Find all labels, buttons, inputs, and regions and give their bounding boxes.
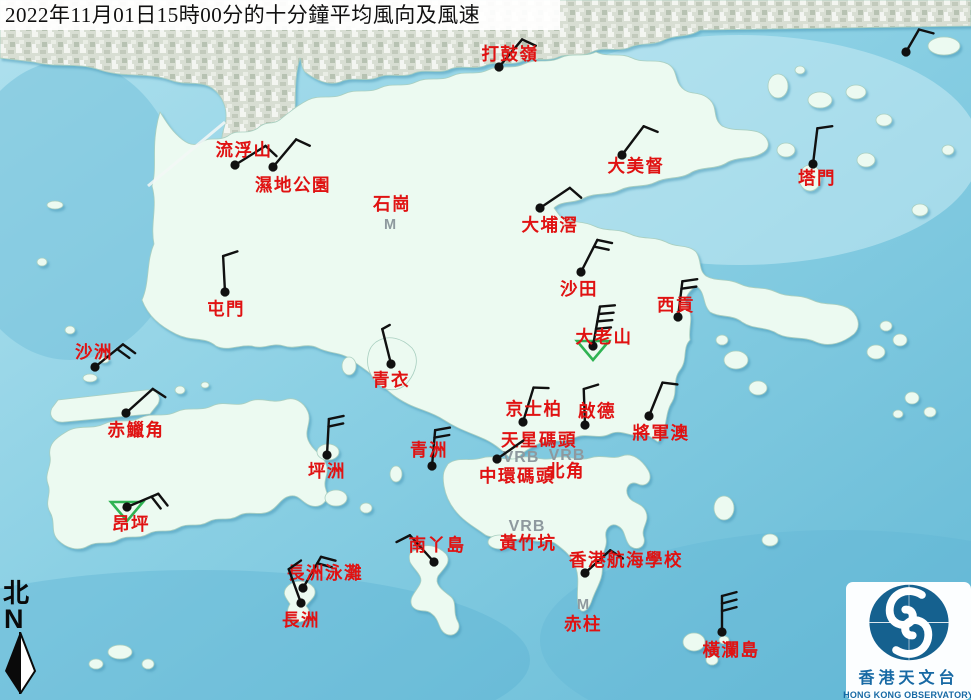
variable-wind-label: VRB [549,447,586,464]
station-label: 南丫島 [409,535,466,555]
station-dot [322,450,331,459]
station-label: 將軍澳 [633,423,690,443]
hko-logo-chinese-name: 香港天文台 [858,664,958,688]
station-dot [644,411,653,420]
station-dot [429,557,438,566]
north-letter-label: N [4,607,43,631]
station-label: 石崗 [372,194,411,214]
missing-data-label: M [577,597,589,613]
north-compass: 北 N [3,582,43,699]
station-label: 長洲泳灘 [287,563,363,583]
hko-logo: 香港天文台 HONG KONG OBSERVATORY [846,582,971,700]
station-label: 赤柱 [564,614,602,634]
variable-wind-label: VRB [509,518,546,535]
station-label: 中環碼頭 [479,466,555,486]
station-dot [901,47,910,56]
station-dot [386,359,395,368]
hk-wind-map-page: 打鼓嶺流浮山濕地公園石崗 M 大美督塔門大埔滘沙田屯門 西貢沙洲 大老山青衣赤鱲角 京士柏… [0,0,971,700]
station-dot [717,627,726,636]
north-arrow-icon [3,632,37,694]
station-dot [230,160,239,169]
station-label: 沙田 [560,279,598,299]
hk-wind-map: 打鼓嶺流浮山濕地公園石崗 M 大美督塔門大埔滘沙田屯門 西貢沙洲 大老山青衣赤鱲角 京士柏… [0,0,971,700]
station-label: 長洲 [282,610,320,630]
station-label: 大美督 [608,156,665,176]
station-label: 屯門 [207,299,245,319]
hko-logo-icon [857,582,961,663]
station-label: 京士柏 [506,399,563,419]
station-label: 北角 [547,461,585,481]
north-chinese-label: 北 [3,582,43,607]
missing-data-label: M [384,217,396,233]
station-label: 黃竹坑 [499,533,557,553]
station-dot [576,267,585,276]
station-label: 流浮山 [216,140,273,160]
station-label: 西貢 [657,295,695,315]
station-label: 昂坪 [112,514,150,534]
wind-barb-full [597,320,612,321]
station-label: 大埔滘 [522,215,579,235]
station-dot [580,420,589,429]
wind-barb-full [599,313,614,314]
station-label: 橫瀾島 [703,640,760,660]
station-dot [296,598,305,607]
station-dot [492,454,501,463]
station-dot [535,203,544,212]
station-dot [427,461,436,470]
map-title: 2022年11月01日15時00分的十分鐘平均風向及風速 [0,0,560,30]
station-dot [298,583,307,592]
station-label: 啟德 [578,401,616,421]
station-label: 打鼓嶺 [482,44,539,64]
station-dot [220,287,229,296]
station-label: 赤鱲角 [108,420,165,440]
station-dot [121,408,130,417]
hko-logo-english-name: HONG KONG OBSERVATORY [843,690,971,700]
station-dot [90,362,99,371]
station-label: 青衣 [372,370,410,390]
wind-barb-full [534,388,549,389]
station-label: 大老山 [576,327,633,347]
station-label: 沙洲 [75,342,113,362]
station-label: 坪洲 [308,461,346,481]
station-label: 香港航海學校 [569,550,683,570]
station-label: 塔門 [798,168,836,188]
station-label: 濕地公園 [255,175,331,195]
station-dot [122,502,131,511]
station-north-point: 北角VRB [547,447,585,481]
station-label: 青洲 [410,440,448,460]
station-dot [268,162,277,171]
wind-barb-full [600,305,615,306]
